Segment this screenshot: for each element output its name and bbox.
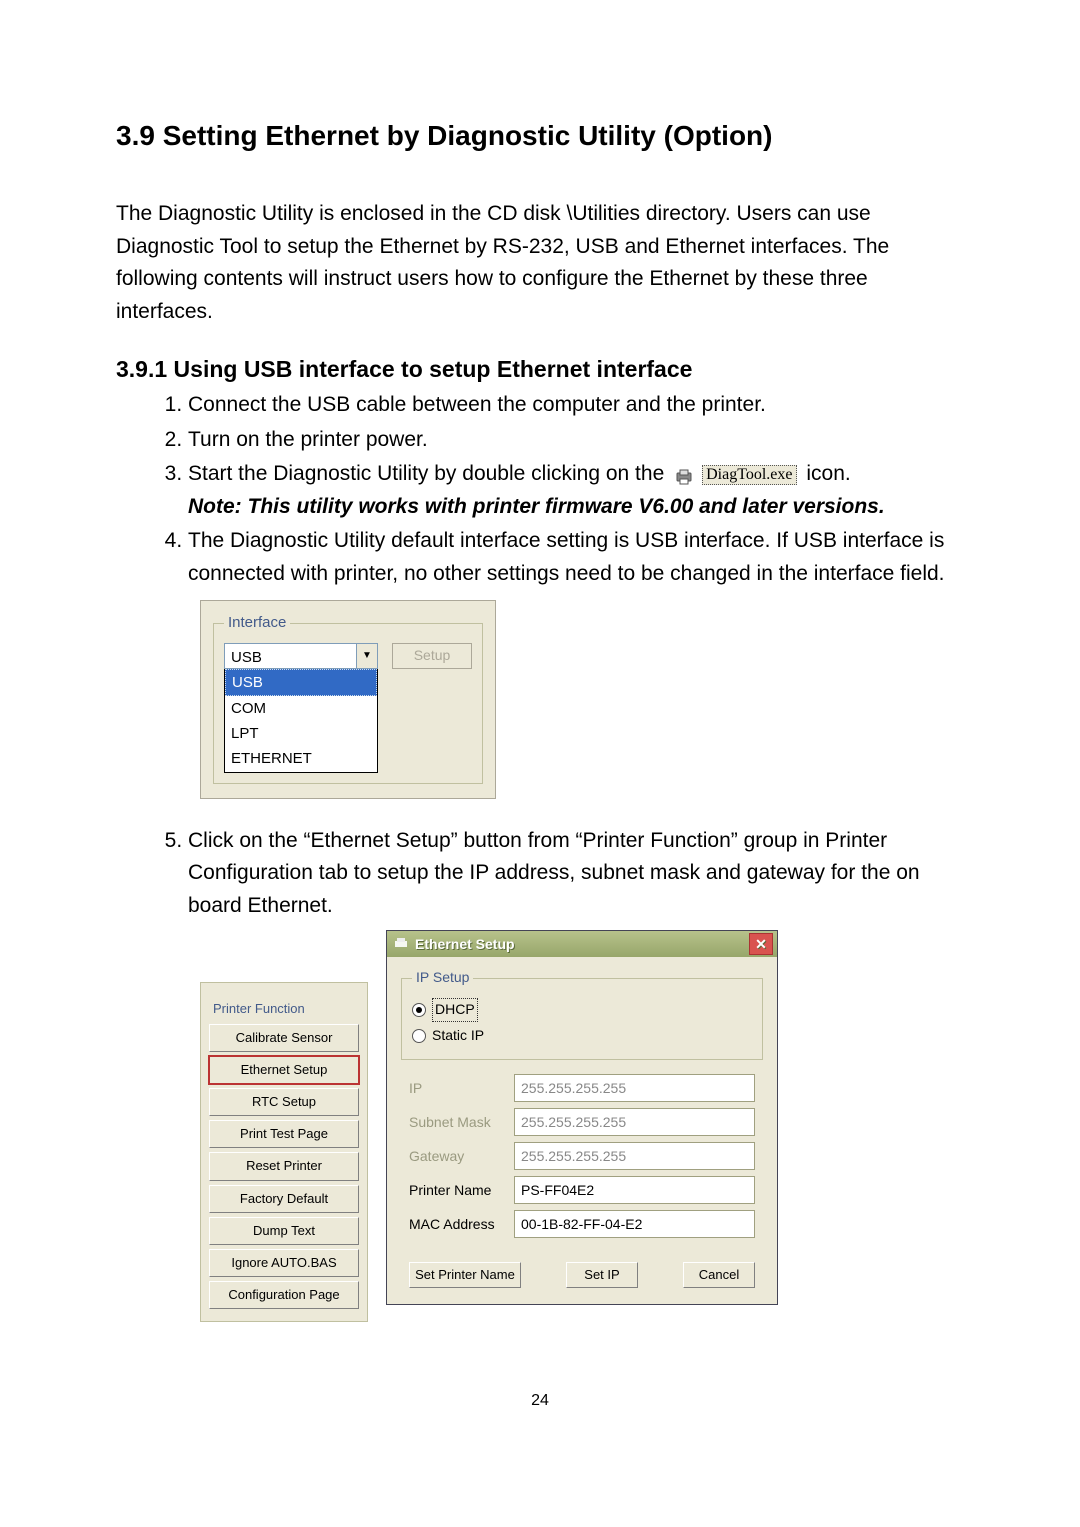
diagtool-exe-label[interactable]: DiagTool.exe [702, 465, 796, 485]
step-5: Click on the “Ethernet Setup” button fro… [188, 825, 964, 1322]
diagtool-icon-group: DiagTool.exe [674, 465, 796, 485]
step-4: The Diagnostic Utility default interface… [188, 525, 964, 798]
interface-panel: Interface USB ▼ USB COM LPT ETHERNET [200, 600, 496, 798]
interface-option-usb[interactable]: USB [225, 669, 377, 696]
pf-ignore-autobas[interactable]: Ignore AUTO.BAS [209, 1249, 359, 1277]
printer-icon [674, 465, 694, 485]
pf-ethernet-setup[interactable]: Ethernet Setup [209, 1056, 359, 1084]
subnet-field[interactable]: 255.255.255.255 [514, 1108, 755, 1136]
subnet-label: Subnet Mask [409, 1112, 504, 1134]
mac-label: MAC Address [409, 1214, 504, 1236]
page-number: 24 [116, 1392, 964, 1410]
step-3-pre: Start the Diagnostic Utility by double c… [188, 462, 664, 485]
interface-option-ethernet[interactable]: ETHERNET [225, 746, 377, 771]
ip-label: IP [409, 1078, 504, 1100]
ip-setup-legend: IP Setup [412, 967, 473, 989]
pf-rtc-setup[interactable]: RTC Setup [209, 1088, 359, 1116]
mac-field[interactable]: 00-1B-82-FF-04-E2 [514, 1210, 755, 1238]
interface-option-lpt[interactable]: LPT [225, 721, 377, 746]
staticip-radio-row[interactable]: Static IP [412, 1025, 752, 1047]
interface-selected: USB [225, 644, 356, 668]
printername-field[interactable]: PS-FF04E2 [514, 1176, 755, 1204]
interface-option-com[interactable]: COM [225, 696, 377, 721]
printer-icon [393, 936, 409, 952]
ip-setup-group: IP Setup DHCP Static IP [401, 967, 763, 1060]
interface-combobox[interactable]: USB ▼ [224, 643, 378, 669]
pf-reset-printer[interactable]: Reset Printer [209, 1152, 359, 1180]
step-3-note: Note: This utility works with printer fi… [188, 495, 885, 518]
interface-option-list[interactable]: USB COM LPT ETHERNET [224, 669, 378, 773]
printer-function-legend: Printer Function [211, 999, 307, 1019]
interface-setup-button: Setup [392, 643, 472, 669]
ethernet-setup-dialog: Ethernet Setup ✕ IP Setup DHCP Static IP [386, 930, 778, 1305]
interface-legend: Interface [224, 611, 290, 634]
pf-configuration-page[interactable]: Configuration Page [209, 1281, 359, 1309]
gateway-label: Gateway [409, 1146, 504, 1168]
step-5-text: Click on the “Ethernet Setup” button fro… [188, 829, 920, 917]
printer-function-group: Printer Function Calibrate Sensor Ethern… [200, 982, 368, 1322]
staticip-label: Static IP [432, 1025, 484, 1047]
pf-calibrate-sensor[interactable]: Calibrate Sensor [209, 1024, 359, 1052]
dhcp-label: DHCP [432, 998, 478, 1022]
close-icon[interactable]: ✕ [749, 933, 773, 955]
pf-print-test-page[interactable]: Print Test Page [209, 1120, 359, 1148]
set-ip-button[interactable]: Set IP [566, 1262, 638, 1288]
pf-dump-text[interactable]: Dump Text [209, 1217, 359, 1245]
dialog-titlebar[interactable]: Ethernet Setup ✕ [387, 931, 777, 957]
set-printer-name-button[interactable]: Set Printer Name [409, 1262, 521, 1288]
pf-factory-default[interactable]: Factory Default [209, 1185, 359, 1213]
ip-field[interactable]: 255.255.255.255 [514, 1074, 755, 1102]
gateway-field[interactable]: 255.255.255.255 [514, 1142, 755, 1170]
step-2: Turn on the printer power. [188, 424, 964, 457]
dhcp-radio-row[interactable]: DHCP [412, 998, 752, 1022]
dialog-title: Ethernet Setup [415, 934, 515, 956]
section-title: 3.9 Setting Ethernet by Diagnostic Utili… [116, 120, 964, 152]
step-1: Connect the USB cable between the comput… [188, 389, 964, 422]
step-4-text: The Diagnostic Utility default interface… [188, 529, 945, 585]
step-3: Start the Diagnostic Utility by double c… [188, 458, 964, 523]
cancel-button[interactable]: Cancel [683, 1262, 755, 1288]
radio-dhcp[interactable] [412, 1003, 426, 1017]
printername-label: Printer Name [409, 1180, 504, 1202]
radio-static[interactable] [412, 1029, 426, 1043]
steps-list: Connect the USB cable between the comput… [146, 389, 964, 1322]
step-3-post: icon. [806, 462, 850, 485]
subsection-title: 3.9.1 Using USB interface to setup Ether… [116, 356, 964, 383]
chevron-down-icon[interactable]: ▼ [356, 644, 377, 668]
intro-paragraph: The Diagnostic Utility is enclosed in th… [116, 198, 964, 328]
